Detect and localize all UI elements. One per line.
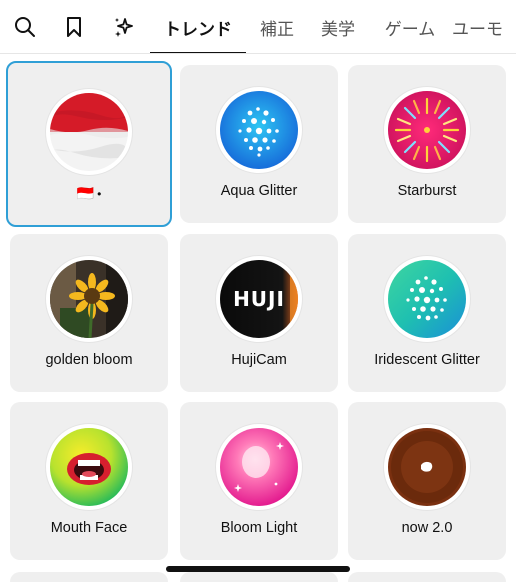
effect-label: Mouth Face bbox=[50, 520, 128, 536]
hujicam-thumbnail: HUJI bbox=[220, 260, 298, 338]
effects-grid: 🇮🇩 • Aqua Glitter Starburst golden bloom… bbox=[0, 54, 516, 582]
starburst-thumbnail bbox=[388, 91, 466, 169]
now-donut-thumbnail bbox=[388, 428, 466, 506]
bookmark-icon[interactable] bbox=[59, 12, 89, 42]
aqua-glitter-thumbnail bbox=[220, 91, 298, 169]
effect-card-starburst[interactable]: Starburst bbox=[348, 65, 506, 223]
tab-aesthetic[interactable]: 美学 bbox=[313, 0, 363, 53]
effect-card-partial bbox=[180, 572, 338, 582]
effect-card-bloom-light[interactable]: Bloom Light bbox=[180, 402, 338, 560]
new-dot: • bbox=[97, 186, 102, 201]
effect-card-partial bbox=[10, 572, 168, 582]
tab-retouch[interactable]: 補正 bbox=[252, 0, 302, 53]
effect-thumbnail-ring bbox=[46, 424, 132, 510]
effect-thumbnail-ring: HUJI bbox=[216, 256, 302, 342]
iridescent-glitter-thumbnail bbox=[388, 260, 466, 338]
huji-logo-text: HUJI bbox=[233, 287, 285, 311]
effect-card-partial bbox=[348, 572, 506, 582]
effect-card-iridescent-glitter[interactable]: Iridescent Glitter bbox=[348, 234, 506, 392]
sparkle-icon[interactable] bbox=[109, 12, 139, 42]
effect-card-hujicam[interactable]: HUJI HujiCam bbox=[180, 234, 338, 392]
effect-card-golden-bloom[interactable]: golden bloom bbox=[10, 234, 168, 392]
effect-label: 🇮🇩 • bbox=[77, 185, 102, 202]
sunflower-thumbnail bbox=[50, 260, 128, 338]
effect-thumbnail-ring bbox=[216, 87, 302, 173]
mouth-face-thumbnail bbox=[50, 428, 128, 506]
effect-category-tabs: トレンド 補正 美学 ゲーム ユーモ bbox=[0, 0, 516, 54]
effect-label: Aqua Glitter bbox=[220, 183, 298, 199]
effect-label: now 2.0 bbox=[401, 520, 453, 536]
indonesia-flag-icon: 🇮🇩 bbox=[76, 185, 95, 201]
effect-label: Iridescent Glitter bbox=[374, 352, 480, 368]
effect-label: Bloom Light bbox=[220, 520, 298, 536]
effect-label: golden bloom bbox=[45, 352, 133, 368]
home-indicator[interactable] bbox=[166, 566, 350, 572]
effect-card-now-2[interactable]: now 2.0 bbox=[348, 402, 506, 560]
effect-thumbnail-ring bbox=[384, 424, 470, 510]
tab-trend[interactable]: トレンド bbox=[150, 0, 246, 53]
bloom-light-thumbnail bbox=[220, 428, 298, 506]
effect-thumbnail-ring bbox=[384, 256, 470, 342]
indonesia-flag-thumbnail bbox=[50, 93, 128, 171]
tab-humor[interactable]: ユーモ bbox=[452, 0, 516, 53]
tab-game[interactable]: ゲーム bbox=[377, 0, 443, 53]
search-icon[interactable] bbox=[10, 12, 40, 42]
effect-card-indonesia[interactable]: 🇮🇩 • bbox=[6, 61, 172, 227]
effect-thumbnail-ring bbox=[46, 89, 132, 175]
effect-thumbnail-ring bbox=[46, 256, 132, 342]
effect-label: HujiCam bbox=[231, 352, 287, 368]
effect-thumbnail-ring bbox=[216, 424, 302, 510]
effect-card-mouth-face[interactable]: Mouth Face bbox=[10, 402, 168, 560]
effect-card-aqua-glitter[interactable]: Aqua Glitter bbox=[180, 65, 338, 223]
effect-thumbnail-ring bbox=[384, 87, 470, 173]
effect-label: Starburst bbox=[397, 183, 457, 199]
